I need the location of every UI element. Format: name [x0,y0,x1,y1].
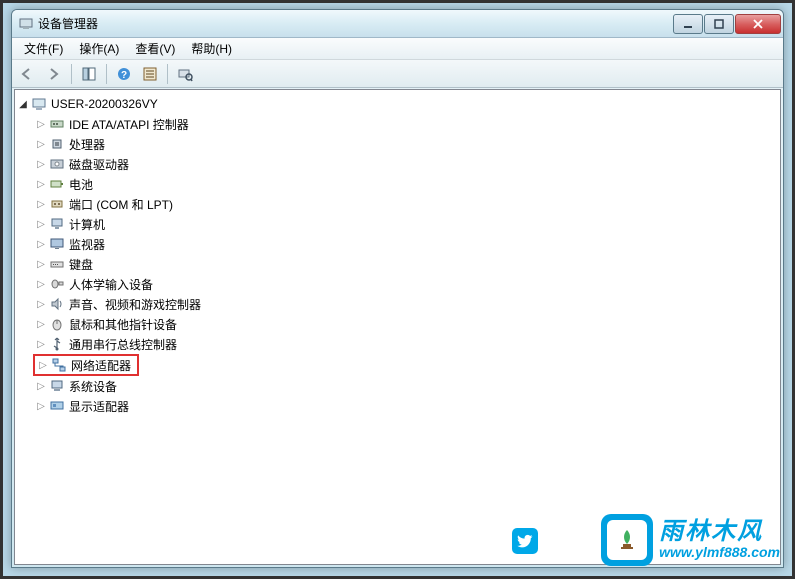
item-label: 处理器 [69,136,105,153]
item-label: 通用串行总线控制器 [69,336,177,353]
expand-icon[interactable]: ▷ [35,400,47,412]
item-label: IDE ATA/ATAPI 控制器 [69,116,189,133]
item-label: 电池 [69,176,93,193]
expand-icon[interactable]: ▷ [37,359,49,371]
expand-icon[interactable]: ▷ [35,258,47,270]
item-label: 人体学输入设备 [69,276,153,293]
tree-item-sound[interactable]: ▷ 声音、视频和游戏控制器 [15,294,780,314]
toolbar-separator [106,64,107,84]
item-label: 声音、视频和游戏控制器 [69,296,201,313]
expand-icon[interactable]: ▷ [35,298,47,310]
item-label: 鼠标和其他指针设备 [69,316,177,333]
tree-item-system[interactable]: ▷ 系统设备 [15,376,780,396]
monitor-icon [49,236,65,252]
toolbar: ? [12,60,783,88]
expand-icon[interactable]: ▷ [35,380,47,392]
show-hide-tree-button[interactable] [77,62,101,86]
tree-item-battery[interactable]: ▷ 电池 [15,174,780,194]
keyboard-icon [49,256,65,272]
forward-button[interactable] [42,62,66,86]
tree-item-monitor[interactable]: ▷ 监视器 [15,234,780,254]
menu-file[interactable]: 文件(F) [16,38,71,59]
close-button[interactable] [735,14,781,34]
tree-item-mouse[interactable]: ▷ 鼠标和其他指针设备 [15,314,780,334]
item-label: 监视器 [69,236,105,253]
tree-item-keyboard[interactable]: ▷ 键盘 [15,254,780,274]
tree-root[interactable]: ◢ USER-20200326VY [15,94,780,114]
menubar: 文件(F) 操作(A) 查看(V) 帮助(H) [12,38,783,60]
help-button[interactable]: ? [112,62,136,86]
menu-help[interactable]: 帮助(H) [183,38,240,59]
expand-icon[interactable]: ▷ [35,338,47,350]
tree-item-processor[interactable]: ▷ 处理器 [15,134,780,154]
tree-content[interactable]: ◢ USER-20200326VY ▷ IDE ATA/ATAPI 控制器 ▷ … [14,89,781,565]
mouse-icon [49,316,65,332]
disk-icon [49,156,65,172]
expand-icon[interactable]: ▷ [35,218,47,230]
titlebar[interactable]: 设备管理器 [12,10,783,38]
tree-item-hid[interactable]: ▷ 人体学输入设备 [15,274,780,294]
port-icon [49,196,65,212]
pc-icon [49,216,65,232]
item-label: 计算机 [69,216,105,233]
expand-icon[interactable]: ▷ [35,278,47,290]
tree-item-ide[interactable]: ▷ IDE ATA/ATAPI 控制器 [15,114,780,134]
item-label: 显示适配器 [69,398,129,415]
item-label: 系统设备 [69,378,117,395]
highlighted-item: ▷ 网络适配器 [33,354,139,376]
item-label: 端口 (COM 和 LPT) [69,196,173,213]
hid-icon [49,276,65,292]
sound-icon [49,296,65,312]
item-label: 键盘 [69,256,93,273]
tree-item-ports[interactable]: ▷ 端口 (COM 和 LPT) [15,194,780,214]
tree-item-disk[interactable]: ▷ 磁盘驱动器 [15,154,780,174]
window-title: 设备管理器 [38,15,672,32]
expand-icon[interactable]: ▷ [35,318,47,330]
item-label: 网络适配器 [71,357,131,374]
network-icon [51,357,67,373]
expand-icon[interactable]: ▷ [35,238,47,250]
battery-icon [49,176,65,192]
ide-icon [49,116,65,132]
computer-icon [31,96,47,112]
app-icon [18,16,34,32]
tree-item-network[interactable]: ▷ 网络适配器 [35,355,131,375]
tree-item-usb[interactable]: ▷ 通用串行总线控制器 [15,334,780,354]
item-label: 磁盘驱动器 [69,156,129,173]
device-tree: ◢ USER-20200326VY ▷ IDE ATA/ATAPI 控制器 ▷ … [15,90,780,420]
root-label: USER-20200326VY [51,97,158,111]
collapse-icon[interactable]: ◢ [17,98,29,110]
scan-hardware-button[interactable] [173,62,197,86]
expand-icon[interactable]: ▷ [35,138,47,150]
tree-item-display[interactable]: ▷ 显示适配器 [15,396,780,416]
minimize-button[interactable] [673,14,703,34]
maximize-button[interactable] [704,14,734,34]
expand-icon[interactable]: ▷ [35,158,47,170]
properties-button[interactable] [138,62,162,86]
svg-text:?: ? [121,70,127,81]
expand-icon[interactable]: ▷ [35,198,47,210]
expand-icon[interactable]: ▷ [35,178,47,190]
menu-view[interactable]: 查看(V) [127,38,183,59]
tree-item-computer[interactable]: ▷ 计算机 [15,214,780,234]
menu-action[interactable]: 操作(A) [71,38,127,59]
system-icon [49,378,65,394]
display-adapter-icon [49,398,65,414]
expand-icon[interactable]: ▷ [35,118,47,130]
back-button[interactable] [16,62,40,86]
toolbar-separator [167,64,168,84]
cpu-icon [49,136,65,152]
device-manager-window: 设备管理器 文件(F) 操作(A) 查看(V) 帮助(H) [11,9,784,568]
usb-icon [49,336,65,352]
toolbar-separator [71,64,72,84]
